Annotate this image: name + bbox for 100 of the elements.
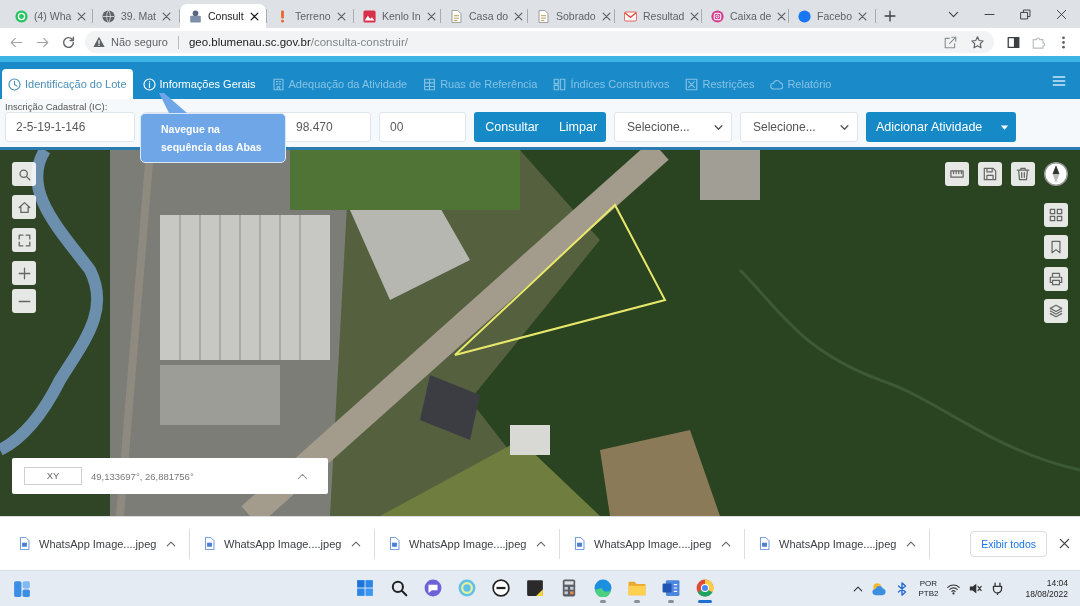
- document-icon: [450, 9, 463, 23]
- crossed-box-icon: [685, 77, 699, 91]
- chevron-down-icon: [840, 122, 849, 132]
- calculator-icon[interactable]: [560, 579, 578, 597]
- compass-icon[interactable]: [1044, 162, 1068, 186]
- print-button[interactable]: [1044, 267, 1068, 291]
- circle-bar-icon[interactable]: [492, 579, 510, 597]
- nav-tab[interactable]: Identificação do Lote: [2, 69, 133, 99]
- restore-icon[interactable]: [1020, 8, 1031, 20]
- home-button[interactable]: [12, 195, 36, 219]
- fullscreen-button[interactable]: [12, 228, 36, 252]
- start-menu-icon[interactable]: [356, 579, 374, 597]
- cloud-icon: [770, 77, 784, 91]
- clock[interactable]: 14:04 18/08/2022: [1025, 577, 1068, 600]
- browser-tab[interactable]: Casa do: [441, 4, 527, 28]
- grid-button[interactable]: [1044, 203, 1068, 227]
- chat-bubble-icon[interactable]: [424, 579, 442, 597]
- browser-tab[interactable]: Resultad: [615, 4, 701, 28]
- select-dropdown[interactable]: Selecione...: [740, 112, 858, 142]
- side-panel-icon[interactable]: [1007, 35, 1020, 49]
- home-icon: [17, 200, 31, 214]
- close-tab-icon[interactable]: [249, 11, 259, 21]
- info-icon: [142, 77, 156, 91]
- table-icon: [423, 77, 437, 91]
- download-item[interactable]: WhatsApp Image....jpeg: [197, 533, 367, 554]
- document-icon: [537, 9, 550, 23]
- zoom-in-button[interactable]: [12, 261, 36, 285]
- back-icon[interactable]: [10, 35, 23, 49]
- search-icon: [17, 167, 31, 181]
- input-field[interactable]: 00: [379, 112, 466, 142]
- wave-circle-icon[interactable]: [594, 579, 612, 597]
- search-icon[interactable]: [390, 579, 408, 597]
- segmented-circle-icon[interactable]: [696, 579, 714, 597]
- dropdown-toggle[interactable]: [992, 112, 1017, 142]
- ring-icon: [15, 9, 28, 23]
- save-button[interactable]: [978, 162, 1002, 186]
- trash-icon: [1016, 167, 1030, 181]
- browser-tab[interactable]: Sobrado: [528, 4, 614, 28]
- globe-icon: [102, 9, 115, 23]
- building-icon: [271, 77, 285, 91]
- wifi-icon[interactable]: [947, 582, 961, 595]
- person-icon: [189, 9, 202, 23]
- file-icon: [388, 537, 401, 550]
- circle-icon: [798, 9, 811, 23]
- grid-icon: [1049, 208, 1063, 222]
- browser-tab[interactable]: Facebo: [789, 4, 875, 28]
- close-icon[interactable]: [1056, 8, 1067, 20]
- action-button[interactable]: Consultar: [474, 112, 550, 142]
- input-field[interactable]: 2-5-19-1-146: [5, 112, 135, 142]
- forward-icon[interactable]: [36, 35, 49, 49]
- tooltip-pointer: [157, 93, 187, 113]
- download-item[interactable]: WhatsApp Image....jpeg: [382, 533, 552, 554]
- coordinates-text: 49,133697°, 26,881756°: [91, 470, 194, 482]
- document-icon[interactable]: [662, 579, 680, 597]
- show-all-button[interactable]: Exibir todos: [970, 530, 1047, 557]
- plus-icon: [17, 266, 31, 280]
- camera-icon: [711, 9, 724, 23]
- address-bar[interactable]: Não seguro geo.blumenau.sc.gov.br/consulta-construir/: [85, 31, 994, 53]
- layers-icon: [1049, 304, 1063, 318]
- file-icon: [758, 537, 771, 550]
- download-item[interactable]: WhatsApp Image....jpeg: [567, 533, 737, 554]
- delete-button[interactable]: [1011, 162, 1035, 186]
- coordinate-system-button[interactable]: XY: [24, 467, 82, 485]
- select-dropdown[interactable]: Selecione...: [614, 112, 732, 142]
- reload-icon[interactable]: [62, 35, 75, 49]
- muted-speaker-icon[interactable]: [969, 582, 983, 595]
- browser-tab[interactable]: (4) Wha: [6, 4, 92, 28]
- layers-button[interactable]: [1044, 299, 1068, 323]
- plug-icon[interactable]: [991, 582, 1005, 595]
- download-item[interactable]: WhatsApp Image....jpeg: [752, 533, 922, 554]
- browser-tab[interactable]: 39. Mat: [93, 4, 179, 28]
- browser-tab[interactable]: Consult: [180, 4, 266, 28]
- file-icon: [18, 537, 31, 550]
- measure-button[interactable]: [945, 162, 969, 186]
- browser-tab[interactable]: Kenlo In: [354, 4, 440, 28]
- widgets-icon[interactable]: [13, 579, 31, 598]
- picture-tile-icon: [363, 9, 376, 23]
- browser-tab[interactable]: Caixa de: [702, 4, 788, 28]
- nav-tab[interactable]: Informações Gerais: [136, 69, 262, 99]
- zoom-out-button[interactable]: [12, 289, 36, 313]
- blocks-icon: [553, 77, 567, 91]
- mail-icon: [624, 9, 637, 23]
- close-icon[interactable]: [1059, 538, 1070, 549]
- add-activity-button[interactable]: Adicionar Atividade: [866, 112, 993, 142]
- bookmark-button[interactable]: [1044, 235, 1068, 259]
- new-tab-icon[interactable]: [884, 10, 896, 22]
- bookmark-icon: [1049, 240, 1063, 254]
- star-icon[interactable]: [971, 35, 984, 49]
- browser-tab[interactable]: Terreno: [267, 4, 353, 28]
- search-button[interactable]: [12, 162, 36, 186]
- sticky-note-icon[interactable]: [526, 579, 544, 597]
- share-icon[interactable]: [944, 35, 957, 49]
- security-status: Não seguro: [111, 36, 168, 48]
- action-button[interactable]: Limpar: [550, 112, 606, 142]
- chevron-down-icon: [714, 122, 723, 132]
- sun-cloud-icon[interactable]: [872, 581, 887, 596]
- keyboard-language-indicator[interactable]: POR PTB2: [918, 578, 939, 599]
- print-icon: [1049, 272, 1063, 286]
- expand-icon: [17, 233, 31, 247]
- download-item[interactable]: WhatsApp Image....jpeg: [12, 533, 182, 554]
